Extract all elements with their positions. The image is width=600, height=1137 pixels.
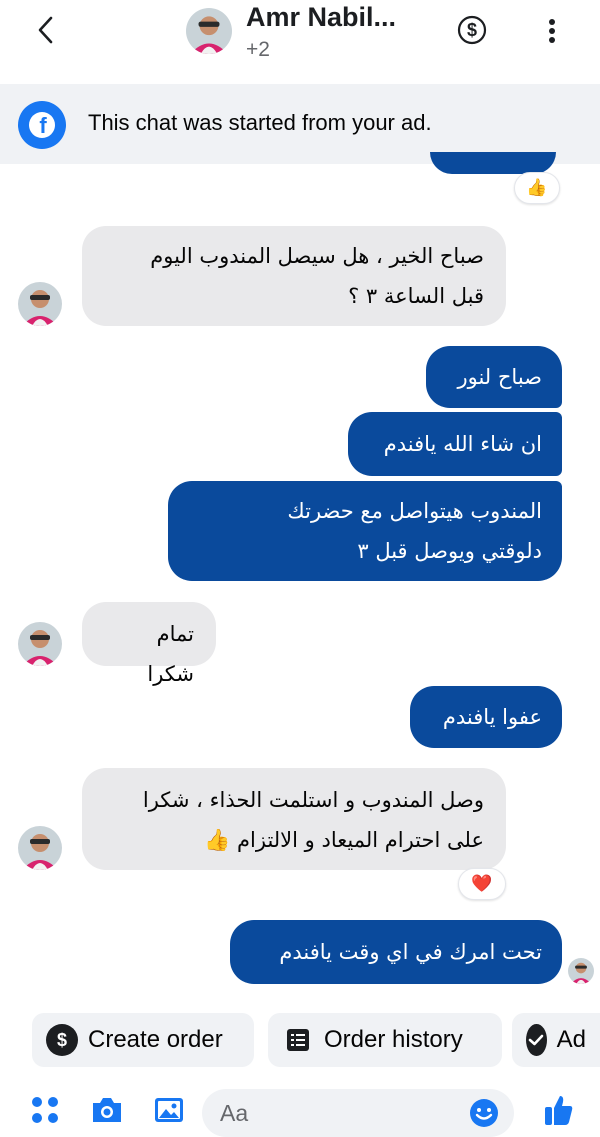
add-button[interactable]: Ad <box>512 1013 600 1067</box>
more-vertical-icon <box>549 19 555 43</box>
message-bubble-outgoing[interactable]: المندوب هيتواصل مع حضرتك دلوقتي ويوصل قب… <box>168 481 562 581</box>
reaction-badge[interactable]: ❤️ <box>458 868 506 900</box>
camera-icon <box>93 1098 121 1122</box>
thumbs-up-icon: 👍 <box>526 178 548 198</box>
reaction-badge[interactable]: 👍 <box>514 172 560 204</box>
composer-bar: Aa <box>0 1085 600 1137</box>
message-text: تحت امرك في اي وقت يافندم <box>279 940 542 964</box>
dollar-circle-icon: $ <box>46 1024 78 1056</box>
message-bubble-outgoing[interactable]: تحت امرك في اي وقت يافندم <box>230 920 562 984</box>
chat-header: Amr Nabil... +2 $ <box>0 0 600 84</box>
message-bubble-outgoing[interactable]: صباح لنور <box>426 346 562 408</box>
message-text: تمام شكرا <box>147 622 194 686</box>
message-text: على احترام الميعاد و الالتزام 👍 <box>204 828 484 852</box>
dollar-circle-icon: $ <box>457 15 487 45</box>
svg-text:f: f <box>39 113 47 138</box>
order-history-button[interactable]: Order history <box>268 1013 502 1067</box>
message-bubble-outgoing[interactable]: عفوا يافندم <box>410 686 562 748</box>
message-bubble-outgoing-cutoff[interactable] <box>430 152 556 174</box>
emoji-button[interactable] <box>468 1097 500 1129</box>
heart-icon: ❤️ <box>471 874 493 894</box>
message-bubble-outgoing[interactable]: ان شاء الله يافندم <box>348 412 562 476</box>
create-order-button[interactable]: $ Create order <box>32 1013 254 1067</box>
facebook-icon: f <box>18 101 66 149</box>
sender-avatar[interactable] <box>18 826 62 870</box>
more-options-button[interactable] <box>538 14 566 48</box>
message-input[interactable]: Aa <box>202 1089 514 1137</box>
check-circle-icon <box>526 1024 547 1056</box>
camera-button[interactable] <box>90 1093 124 1127</box>
message-text: صباح لنور <box>457 365 542 389</box>
contact-avatar[interactable] <box>186 8 232 54</box>
message-input-placeholder: Aa <box>220 1100 249 1126</box>
like-button[interactable] <box>542 1093 576 1127</box>
message-bubble-incoming[interactable]: تمام شكرا <box>82 602 216 686</box>
thumbs-up-icon <box>545 1096 573 1125</box>
participants-count: +2 <box>246 38 270 61</box>
back-button[interactable] <box>30 14 62 46</box>
message-text: قبل الساعة ٣ ؟ <box>348 284 484 308</box>
banner-text: This chat was started from your ad. <box>88 110 432 135</box>
smiley-icon <box>470 1099 498 1127</box>
contact-name[interactable]: Amr Nabil... <box>246 2 396 33</box>
message-bubble-incoming[interactable]: وصل المندوب و استلمت الحذاء ، شكرا على ا… <box>82 768 506 870</box>
message-text: ان شاء الله يافندم <box>383 432 542 456</box>
apps-grid-icon <box>32 1097 58 1123</box>
chip-label: Create order <box>88 1026 223 1053</box>
gallery-button[interactable] <box>152 1093 186 1127</box>
image-icon <box>155 1098 183 1122</box>
chevron-left-icon <box>38 16 53 44</box>
chip-label: Ad <box>556 1026 586 1053</box>
list-icon <box>282 1024 314 1056</box>
svg-text:$: $ <box>467 20 477 40</box>
apps-button[interactable] <box>28 1093 62 1127</box>
seen-receipt-avatar <box>568 958 594 984</box>
message-text: صباح الخير ، هل سيصل المندوب اليوم <box>150 244 484 268</box>
sender-avatar[interactable] <box>18 282 62 326</box>
payment-button[interactable]: $ <box>456 14 488 46</box>
sender-avatar[interactable] <box>18 622 62 666</box>
message-text: المندوب هيتواصل مع حضرتك <box>287 499 542 523</box>
message-text: وصل المندوب و استلمت الحذاء ، شكرا <box>142 788 484 812</box>
chip-label: Order history <box>324 1026 463 1053</box>
message-bubble-incoming[interactable]: صباح الخير ، هل سيصل المندوب اليوم قبل ا… <box>82 226 506 326</box>
message-text: عفوا يافندم <box>442 705 542 729</box>
message-text: دلوقتي ويوصل قبل ٣ <box>357 539 542 563</box>
